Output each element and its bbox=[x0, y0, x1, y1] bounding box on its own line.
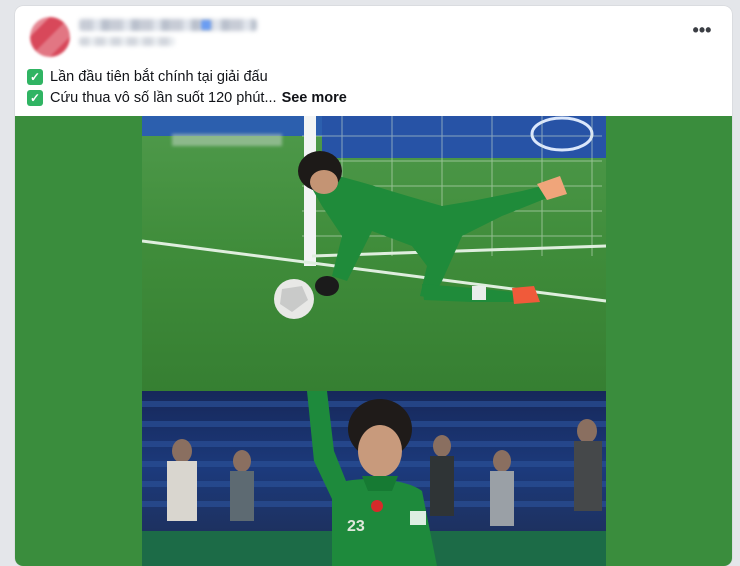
post-caption: ✓ Lần đầu tiên bắt chính tại giải đấu ✓ … bbox=[27, 67, 720, 109]
post-card: ••• ✓ Lần đầu tiên bắt chính tại giải đấ… bbox=[15, 6, 732, 566]
post-meta-blurred bbox=[79, 37, 175, 46]
see-more-link[interactable]: See more bbox=[282, 90, 347, 106]
caption-text: Lần đầu tiên bắt chính tại giải đấu bbox=[50, 69, 268, 85]
goalkeeper-celebration-photo: 23 bbox=[142, 391, 606, 566]
check-mark-button-icon: ✓ bbox=[27, 69, 43, 85]
caption-text: Cứu thua vô số lần suốt 120 phút... bbox=[50, 90, 277, 106]
post-media[interactable]: 23 bbox=[15, 116, 732, 566]
more-options-button[interactable]: ••• bbox=[690, 21, 714, 40]
more-horizontal-icon: ••• bbox=[692, 20, 712, 40]
check-mark-button-icon: ✓ bbox=[27, 90, 43, 106]
goalkeeper-save-photo bbox=[142, 116, 606, 391]
author-avatar[interactable] bbox=[30, 17, 70, 57]
caption-line: ✓ Cứu thua vô số lần suốt 120 phút... Se… bbox=[27, 88, 720, 108]
jersey-number: 23 bbox=[347, 518, 365, 535]
caption-line: ✓ Lần đầu tiên bắt chính tại giải đấu bbox=[27, 67, 720, 87]
verified-badge-icon bbox=[201, 20, 211, 30]
post-header: ••• bbox=[15, 6, 732, 64]
author-name-blurred[interactable] bbox=[79, 19, 257, 31]
